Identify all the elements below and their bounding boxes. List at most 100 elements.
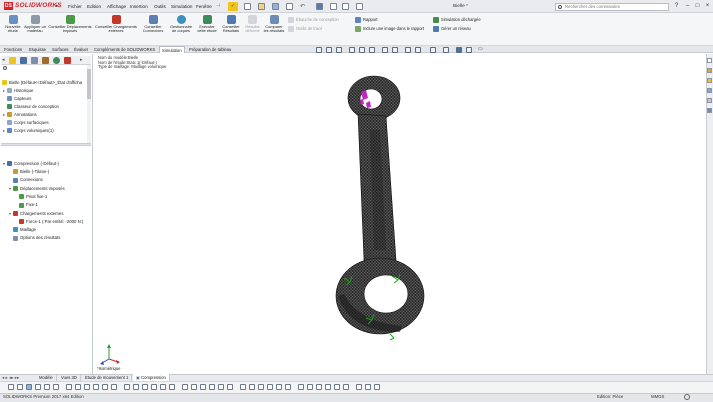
tree-item-annotations[interactable]: ▸ Annotations <box>3 111 37 119</box>
hole-icon[interactable] <box>191 384 197 390</box>
solidworks-logo[interactable]: DS SOLIDWORKS <box>4 2 62 11</box>
apply-scene-icon[interactable] <box>415 47 421 53</box>
tab-fonctions[interactable]: Fonctions <box>2 46 24 53</box>
report-button[interactable]: Rapport <box>355 17 378 23</box>
zoom-area-icon[interactable] <box>326 47 332 53</box>
search-input[interactable]: Rechercher des commandes <box>555 3 669 11</box>
tab-modele[interactable]: Modèle <box>36 374 57 381</box>
tab-preparation[interactable]: Préparation de tableau <box>187 46 233 53</box>
tree-item-corps-volumiques[interactable]: ▸ Corps volumiques(1) <box>3 127 54 135</box>
tab-complements[interactable]: Compléments de SOLIDWORKS <box>92 46 157 53</box>
interference-icon[interactable] <box>334 384 340 390</box>
edit-appearance-icon[interactable] <box>405 47 411 53</box>
draw-icon[interactable] <box>356 384 362 390</box>
rectangle-icon[interactable] <box>44 384 50 390</box>
close-icon[interactable]: × <box>703 2 712 11</box>
configuration-manager-tab-icon[interactable] <box>31 57 38 64</box>
circle-icon[interactable] <box>66 384 72 390</box>
rebuild-icon[interactable] <box>330 3 337 10</box>
menu-fichier[interactable]: Fichier <box>68 4 82 9</box>
sim-tree-item[interactable]: ▾ Chargements externes <box>9 210 63 218</box>
dome-icon[interactable] <box>240 384 246 390</box>
menu-outils[interactable]: Outils <box>154 4 166 9</box>
resources-icon[interactable] <box>707 58 712 63</box>
coordinate-icon[interactable] <box>276 384 282 390</box>
simulation-study-root[interactable]: ▾ Compression (-Défaut-) <box>3 160 59 168</box>
sim-tree-item[interactable]: Bielle (-Titane-) <box>9 168 49 176</box>
sim-tree-item[interactable]: Fixe-1 <box>15 201 38 209</box>
meshed-connecting-rod[interactable] <box>330 70 450 340</box>
deformed-result-button[interactable]: Résultat déformé <box>243 15 262 34</box>
menu-insertion[interactable]: Insertion <box>130 4 148 9</box>
display-pane-icon[interactable] <box>443 47 449 53</box>
tab-compression[interactable]: ▣ Compression <box>133 374 170 381</box>
dimxpert-tab-icon[interactable] <box>42 57 49 64</box>
mirror-icon[interactable] <box>93 384 99 390</box>
tab-etude-mouvement[interactable]: Etude de mouvement 1 <box>82 374 133 381</box>
select-icon[interactable] <box>316 3 323 10</box>
pattern-icon[interactable] <box>111 384 117 390</box>
tree-item-historique[interactable]: ▸ Historique <box>3 87 33 95</box>
pin-icon[interactable]: ⊣ <box>216 3 220 9</box>
measure-icon[interactable] <box>285 384 291 390</box>
sim-tree-item[interactable]: Options des résultats <box>9 234 60 242</box>
tab-vues-3d[interactable]: Vues 3D <box>58 374 81 381</box>
display-style-icon[interactable] <box>382 47 388 53</box>
sim-tree-item[interactable]: Pivot fixe-1 <box>15 193 47 201</box>
menu-expand-icon[interactable]: ▸ <box>56 3 62 10</box>
offloaded-simulation-button[interactable]: Simulation déchargée <box>433 17 481 23</box>
display-manager-tab-icon[interactable] <box>53 57 60 64</box>
property-manager-tab-icon[interactable] <box>20 57 27 64</box>
sketch-icon[interactable] <box>17 384 23 390</box>
view-orientation-icon[interactable] <box>369 47 375 53</box>
custom-properties-icon[interactable] <box>707 108 712 113</box>
check-icon[interactable] <box>343 384 349 390</box>
smart-dimension-icon[interactable] <box>26 384 32 390</box>
arc-icon[interactable] <box>53 384 59 390</box>
tree-item-classeur[interactable]: Classeur de conception <box>3 103 59 111</box>
help-icon[interactable]: ? <box>672 2 681 11</box>
rib-icon[interactable] <box>209 384 215 390</box>
view-settings-icon[interactable] <box>430 47 436 53</box>
view-palette-icon[interactable] <box>707 88 712 93</box>
external-loads-advisor-button[interactable]: Conseiller Chargements externes <box>94 15 138 34</box>
appearances-icon[interactable] <box>707 98 712 103</box>
chamfer-icon[interactable] <box>142 384 148 390</box>
zoom-to-fit-icon[interactable] <box>316 47 322 53</box>
run-study-button[interactable]: Exécuter cette étude <box>196 15 218 34</box>
feature-tree-root[interactable]: Bielle (Défaut<<Défaut>_État d'afficha <box>2 79 82 87</box>
tree-item-corps-surfaciques[interactable]: Corps surfaciques <box>3 119 49 127</box>
window-restore-icon[interactable]: ▭ <box>478 46 483 52</box>
expand-arrow-icon[interactable]: ▸ <box>80 57 83 63</box>
shell-manager-button[interactable]: Gestionnaire de coques <box>168 15 194 34</box>
hide-show-icon[interactable] <box>392 47 398 53</box>
file-properties-icon[interactable] <box>342 3 349 10</box>
sim-tree-item[interactable]: Force-1 (:Par entité: -2000 N:) <box>15 218 83 226</box>
manage-network-button[interactable]: Gérer un réseau <box>433 26 471 32</box>
spline-icon[interactable] <box>75 384 81 390</box>
axis-icon[interactable] <box>258 384 264 390</box>
apply-material-button[interactable]: Appliquer un matériau <box>24 15 46 34</box>
help-status-icon[interactable] <box>684 394 690 400</box>
revolve-icon[interactable] <box>160 384 166 390</box>
menu-affichage[interactable]: Affichage <box>107 4 126 9</box>
shell-icon[interactable] <box>200 384 206 390</box>
menu-simulation[interactable]: Simulation <box>171 4 192 9</box>
line-icon[interactable] <box>35 384 41 390</box>
minimize-icon[interactable]: – <box>683 2 692 11</box>
wrap-icon[interactable] <box>227 384 233 390</box>
plot-tools-button[interactable]: Outils de tracé <box>288 26 322 32</box>
connections-advisor-button[interactable]: Conseiller Connexions <box>140 15 166 34</box>
design-library-icon[interactable] <box>707 68 712 73</box>
design-study-button[interactable]: Ébauche de conception <box>288 17 339 23</box>
tab-surfaces[interactable]: Surfaces <box>50 46 71 53</box>
print-icon[interactable] <box>286 3 293 10</box>
save-icon[interactable] <box>272 3 279 10</box>
options-icon[interactable] <box>356 3 363 10</box>
feature-manager-tab-icon[interactable] <box>9 57 16 64</box>
offset-icon[interactable] <box>102 384 108 390</box>
fillet-icon[interactable] <box>133 384 139 390</box>
tab-evaluer[interactable]: Évaluer <box>72 46 90 53</box>
rebuild-status-icon[interactable]: ✓ <box>228 2 238 11</box>
collapse-arrow-icon[interactable]: ◂ <box>2 57 5 63</box>
